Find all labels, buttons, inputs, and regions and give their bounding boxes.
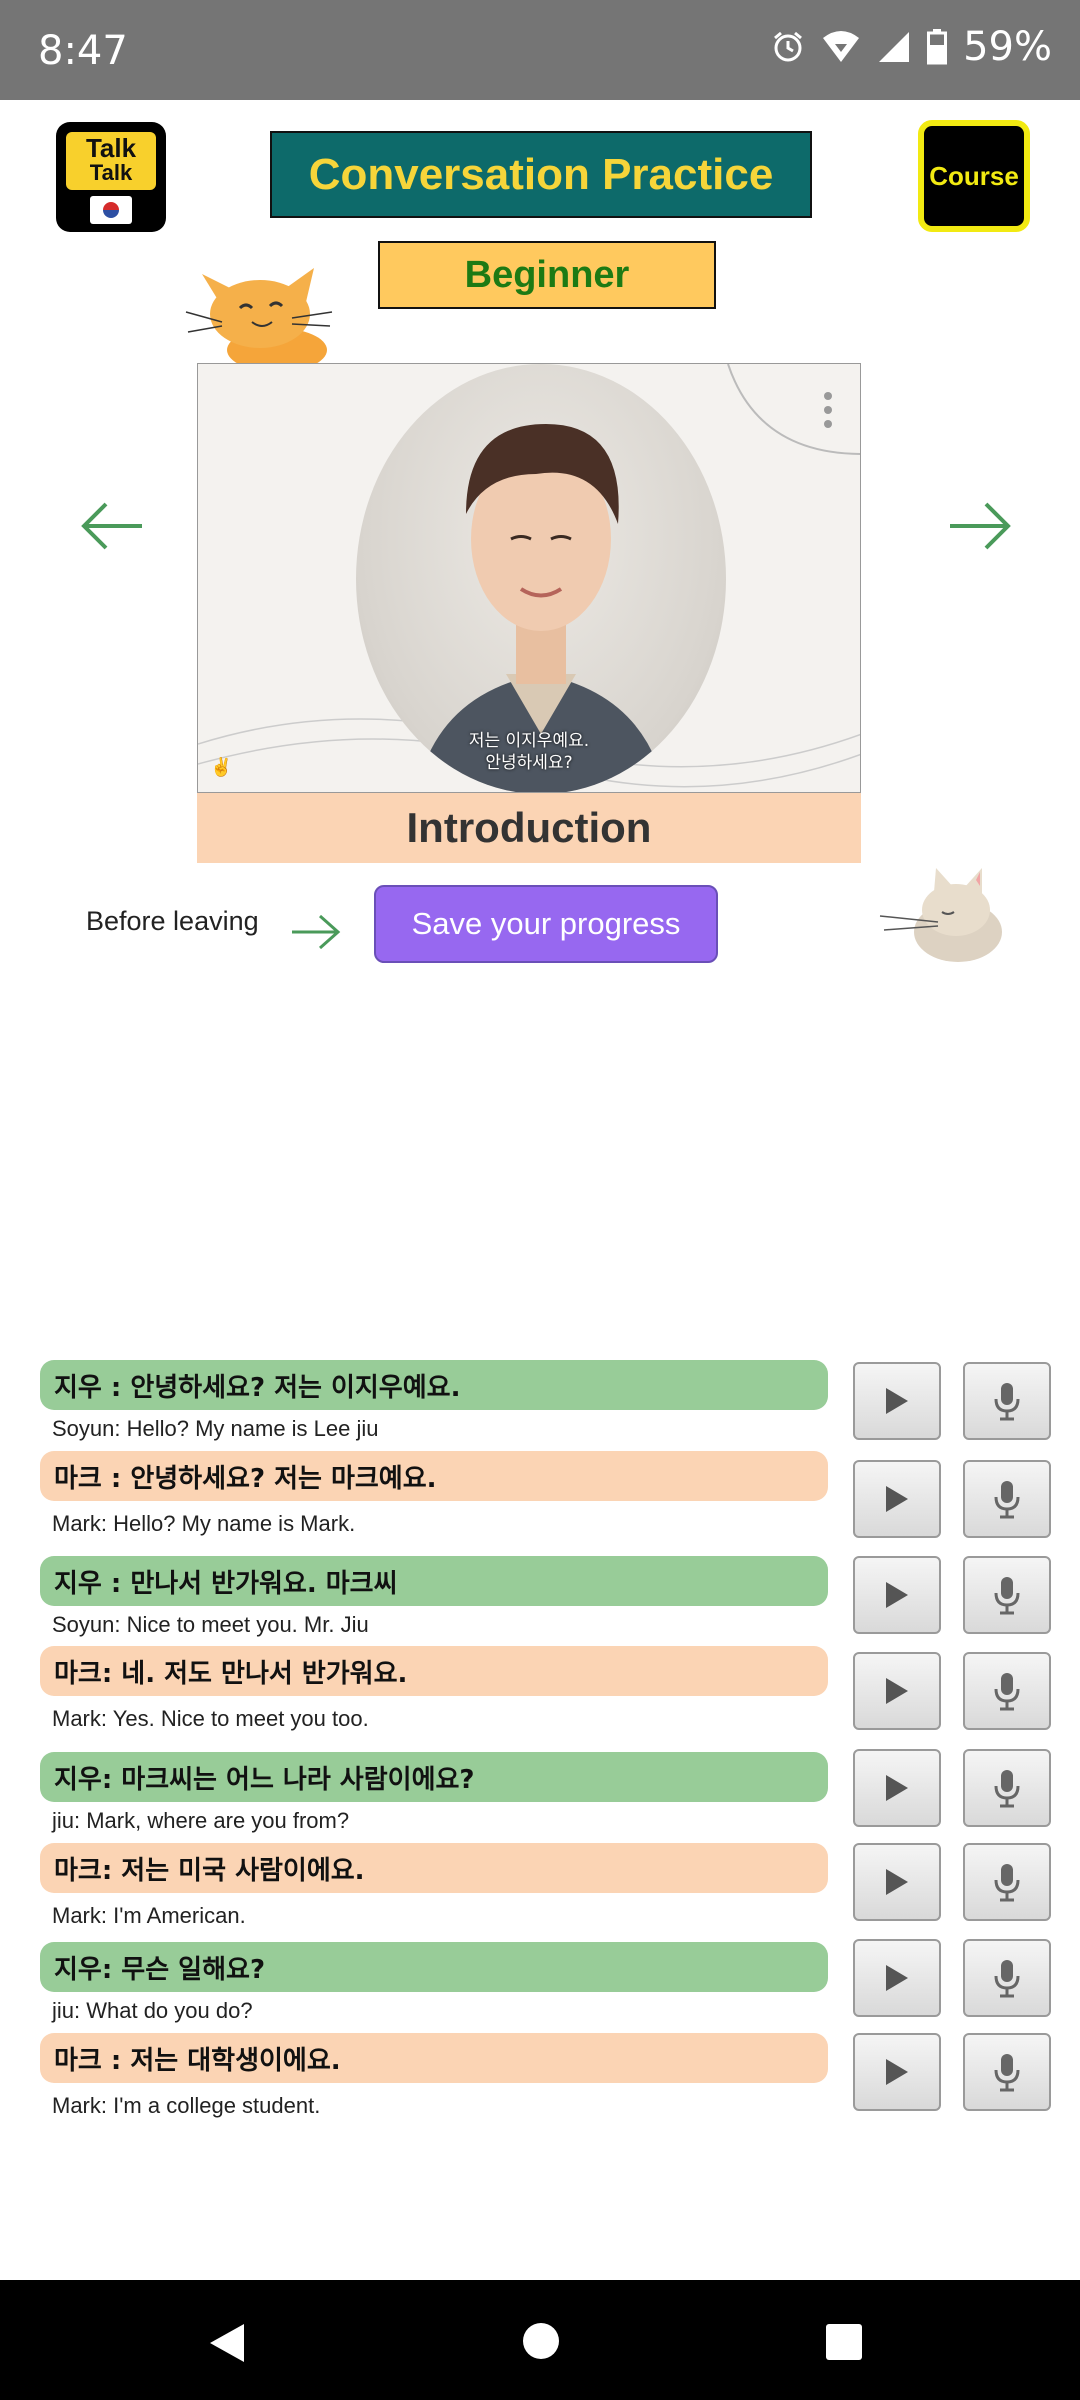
- wifi-icon: [823, 31, 860, 62]
- mic-icon: [994, 1577, 1020, 1615]
- play-icon: [886, 1775, 908, 1801]
- english-translation: Mark: Hello? My name is Mark.: [52, 1511, 356, 1536]
- korean-sentence: 마크 : 안녕하세요? 저는 마크예요.: [40, 1451, 828, 1501]
- battery-percent: 59%: [963, 24, 1052, 70]
- dialogue-line-6: 마크: 저는 미국 사람이에요. Mark: I'm American.: [40, 1843, 828, 1929]
- mic-icon: [994, 1383, 1020, 1421]
- logo-line1: Talk: [85, 133, 137, 163]
- course-button[interactable]: Course: [918, 120, 1030, 232]
- play-button[interactable]: [853, 1362, 941, 1440]
- play-icon: [886, 2059, 908, 2085]
- page-title: Conversation Practice: [270, 131, 812, 218]
- english-translation: Mark: I'm American.: [52, 1903, 246, 1928]
- korean-sentence: 마크: 저는 미국 사람이에요.: [40, 1843, 828, 1893]
- korean-sentence: 마크: 네. 저도 만나서 반가워요.: [40, 1646, 828, 1696]
- before-leaving-text: Before leaving: [86, 906, 259, 936]
- back-icon[interactable]: [208, 2322, 248, 2364]
- play-button[interactable]: [853, 1939, 941, 2017]
- play-icon: [886, 1965, 908, 1991]
- english-translation: jiu: Mark, where are you from?: [52, 1808, 350, 1833]
- arrow-right-icon[interactable]: [948, 500, 1012, 552]
- record-button[interactable]: [963, 1460, 1051, 1538]
- video-watermark-icon: ✌: [210, 757, 233, 777]
- record-button[interactable]: [963, 1652, 1051, 1730]
- app-logo[interactable]: Talk Talk: [56, 122, 166, 232]
- korean-sentence: 지우 : 만나서 반가워요. 마크씨: [40, 1556, 828, 1606]
- korea-flag-icon: [90, 196, 132, 224]
- korean-sentence: 지우: 마크씨는 어느 나라 사람이에요?: [40, 1752, 828, 1802]
- mic-icon: [994, 1864, 1020, 1902]
- save-progress-button[interactable]: Save your progress: [374, 885, 718, 963]
- play-button[interactable]: [853, 1843, 941, 1921]
- dialogue-line-8: 마크 : 저는 대학생이에요. Mark: I'm a college stud…: [40, 2033, 828, 2119]
- signal-icon: [879, 32, 910, 62]
- korean-sentence: 마크 : 저는 대학생이에요.: [40, 2033, 828, 2083]
- mic-icon: [994, 1481, 1020, 1519]
- status-bar: 8:47 59%: [0, 0, 1080, 100]
- english-translation: Mark: I'm a college student.: [52, 2093, 321, 2118]
- korean-sentence: 지우 : 안녕하세요? 저는 이지우예요.: [40, 1360, 828, 1410]
- more-options-icon[interactable]: [822, 390, 834, 430]
- mic-icon: [994, 1770, 1020, 1808]
- dialogue-line-3: 지우 : 만나서 반가워요. 마크씨 Soyun: Nice to meet y…: [40, 1556, 828, 1638]
- english-translation: Soyun: Nice to meet you. Mr. Jiu: [52, 1612, 369, 1637]
- play-icon: [886, 1678, 908, 1704]
- record-button[interactable]: [963, 1939, 1051, 2017]
- sleeping-cat-icon: [879, 868, 1002, 962]
- mic-icon: [994, 1673, 1020, 1711]
- lesson-title: Introduction: [197, 793, 861, 863]
- play-icon: [886, 1582, 908, 1608]
- english-translation: Soyun: Hello? My name is Lee jiu: [52, 1416, 379, 1441]
- play-button[interactable]: [853, 1556, 941, 1634]
- video-caption-line2: 안녕하세요?: [485, 753, 573, 773]
- record-button[interactable]: [963, 1843, 1051, 1921]
- battery-icon: [927, 29, 948, 65]
- status-time: 8:47: [38, 28, 128, 74]
- system-nav-bar: [0, 2280, 1080, 2400]
- play-button[interactable]: [853, 1749, 941, 1827]
- english-translation: Mark: Yes. Nice to meet you too.: [52, 1706, 369, 1731]
- english-translation: jiu: What do you do?: [52, 1998, 253, 2023]
- dialogue-line-1: 지우 : 안녕하세요? 저는 이지우예요. Soyun: Hello? My n…: [40, 1360, 828, 1442]
- level-badge: Beginner: [378, 241, 716, 309]
- play-icon: [886, 1869, 908, 1895]
- status-icons: 59%: [771, 24, 1052, 70]
- play-button[interactable]: [853, 1460, 941, 1538]
- dialogue-line-7: 지우: 무슨 일해요? jiu: What do you do?: [40, 1942, 828, 2024]
- mic-icon: [994, 1960, 1020, 1998]
- record-button[interactable]: [963, 1749, 1051, 1827]
- logo-line2: Talk: [89, 160, 133, 185]
- cat-mascot-icon: [185, 268, 333, 366]
- arrow-left-icon[interactable]: [80, 500, 144, 552]
- record-button[interactable]: [963, 1362, 1051, 1440]
- alarm-icon: [774, 31, 803, 62]
- record-button[interactable]: [963, 1556, 1051, 1634]
- record-button[interactable]: [963, 2033, 1051, 2111]
- lesson-video[interactable]: 저는 이지우예요. 안녕하세요? ✌: [197, 363, 861, 793]
- play-button[interactable]: [853, 2033, 941, 2111]
- logo-badge: Talk Talk: [66, 132, 156, 190]
- dialogue-line-5: 지우: 마크씨는 어느 나라 사람이에요? jiu: Mark, where a…: [40, 1752, 828, 1834]
- recents-icon[interactable]: [826, 2324, 862, 2360]
- play-button[interactable]: [853, 1652, 941, 1730]
- home-icon[interactable]: [522, 2322, 560, 2360]
- arrow-right-small-icon: [292, 914, 341, 950]
- dialogue-line-4: 마크: 네. 저도 만나서 반가워요. Mark: Yes. Nice to m…: [40, 1646, 828, 1732]
- korean-sentence: 지우: 무슨 일해요?: [40, 1942, 828, 1992]
- play-icon: [886, 1486, 908, 1512]
- play-icon: [886, 1388, 908, 1414]
- mic-icon: [994, 2054, 1020, 2092]
- dialogue-line-2: 마크 : 안녕하세요? 저는 마크예요. Mark: Hello? My nam…: [40, 1451, 828, 1537]
